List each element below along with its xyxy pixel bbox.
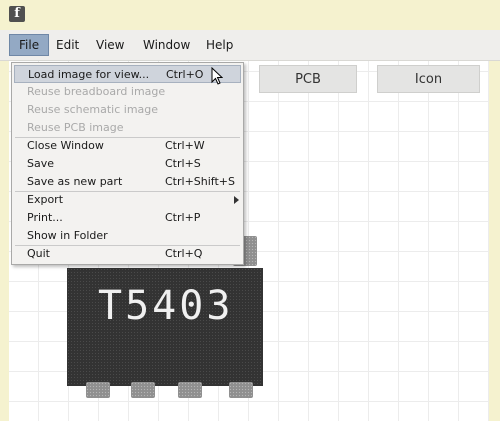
menu-save[interactable]: Save Ctrl+S (14, 155, 241, 173)
menu-show-in-folder[interactable]: Show in Folder (14, 227, 241, 245)
menu-edit[interactable]: Edit (47, 34, 88, 56)
menu-bar: File Edit View Window Help (0, 30, 500, 61)
menu-reuse-schematic[interactable]: Reuse schematic image (14, 101, 241, 119)
menu-quit[interactable]: Quit Ctrl+Q (14, 245, 241, 263)
window-left-edge (0, 61, 9, 421)
mouse-cursor-icon (211, 67, 223, 85)
menu-file[interactable]: File (9, 34, 50, 56)
chip-pin (131, 382, 155, 398)
menu-help[interactable]: Help (197, 34, 242, 56)
submenu-arrow-icon (234, 196, 239, 204)
fritzing-app-icon[interactable]: f (9, 6, 25, 22)
title-bar: f (0, 0, 500, 30)
tab-pcb[interactable]: PCB (259, 65, 357, 93)
menu-load-image[interactable]: Load image for view... Ctrl+O (14, 65, 241, 83)
chip-pin (86, 382, 110, 398)
file-menu-dropdown: Load image for view... Ctrl+O Reuse brea… (11, 62, 244, 265)
chip-pin (178, 382, 202, 398)
menu-view[interactable]: View (87, 34, 133, 56)
menu-reuse-breadboard[interactable]: Reuse breadboard image (14, 83, 241, 101)
menu-export[interactable]: Export (14, 191, 241, 209)
chip-pin (229, 382, 253, 398)
menu-window[interactable]: Window (134, 34, 199, 56)
menu-reuse-pcb[interactable]: Reuse PCB image (14, 119, 241, 137)
chip-label: T5403 (98, 283, 234, 329)
menu-close-window[interactable]: Close Window Ctrl+W (14, 137, 241, 155)
menu-save-as-new-part[interactable]: Save as new part Ctrl+Shift+S (14, 173, 241, 191)
menu-print[interactable]: Print... Ctrl+P (14, 209, 241, 227)
window-right-edge (489, 61, 500, 421)
tab-icon[interactable]: Icon (377, 65, 480, 93)
